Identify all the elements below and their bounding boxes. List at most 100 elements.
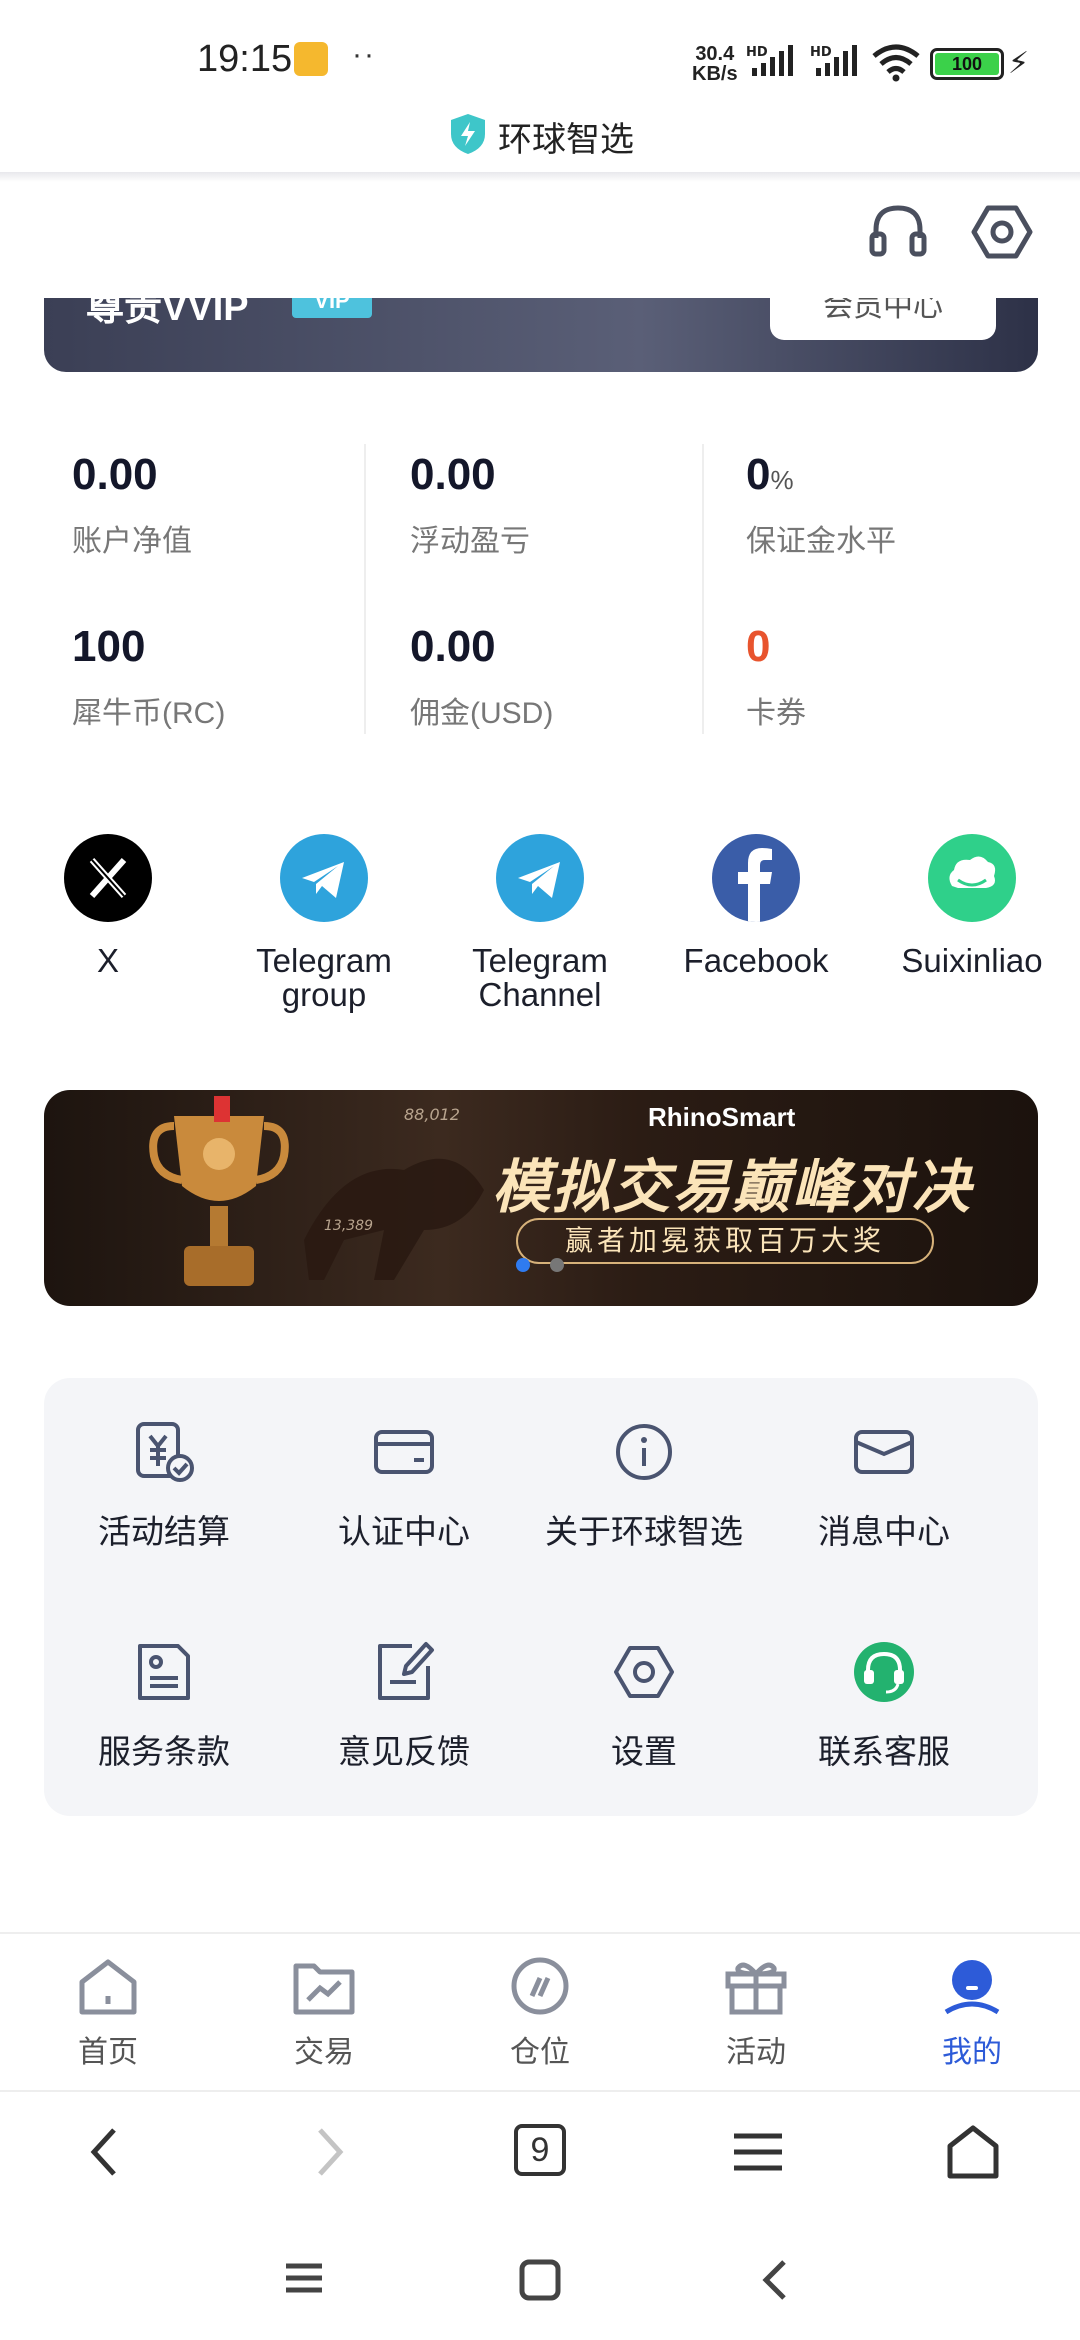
stat-value: 0.00: [410, 622, 496, 671]
back-button-icon[interactable]: [756, 2258, 796, 2302]
status-time: 19:15: [197, 38, 293, 80]
forward-icon[interactable]: [304, 2122, 352, 2182]
stat-value: 0: [746, 622, 771, 671]
signal-1-label: HD: [746, 45, 768, 60]
banner-subline: 赢者加冕获取百万大奖: [516, 1218, 934, 1264]
nav-label: 活动: [726, 2036, 786, 2069]
nav-item-position[interactable]: 仓位: [470, 1956, 610, 2071]
battery-level: 100: [935, 53, 999, 75]
vip-badge: VIP: [292, 298, 372, 318]
menu-label: 意见反馈: [338, 1733, 470, 1770]
social-label: Suixinliao: [901, 942, 1043, 979]
settings-icon[interactable]: [970, 200, 1034, 264]
nav-label: 仓位: [510, 2036, 570, 2069]
network-speed-unit: KB/s: [692, 63, 738, 85]
promo-banner[interactable]: 88,012 13,389 RhinoSmart 模拟交易巅峰对决 赢者加冕获取…: [44, 1090, 1038, 1306]
menu-item-message-center[interactable]: 消息中心: [764, 1420, 1004, 1553]
nav-item-profile[interactable]: 我的: [902, 1956, 1042, 2071]
nav-label: 交易: [294, 2036, 354, 2069]
social-label: Telegram group: [256, 942, 392, 1013]
tabs-button[interactable]: 9: [514, 2124, 566, 2176]
stat-coupons[interactable]: 0 卡券: [746, 622, 1046, 732]
social-facebook[interactable]: Facebook: [656, 834, 856, 978]
settlement-icon: [136, 1422, 194, 1482]
banner-chart-number: 88,012: [404, 1105, 460, 1124]
menu-item-verification-center[interactable]: 认证中心: [284, 1420, 524, 1553]
menu-item-contact-support[interactable]: 联系客服: [764, 1640, 1004, 1773]
recent-apps-icon[interactable]: [282, 2258, 326, 2298]
menu-item-about[interactable]: 关于环球智选: [524, 1420, 764, 1553]
stat-label: 卡券: [746, 697, 806, 730]
social-suixinliao[interactable]: Suixinliao: [872, 834, 1072, 978]
trade-icon: [293, 1963, 355, 2015]
battery-icon: 100: [930, 48, 1004, 80]
profile-icon: [944, 1960, 1000, 2015]
menu-icon[interactable]: [730, 2122, 786, 2182]
bull-image: 88,012 13,389: [304, 1105, 484, 1280]
network-speed-value: 30.4: [695, 43, 735, 65]
stat-label: 佣金(USD): [410, 697, 554, 730]
home-button-icon[interactable]: [518, 2258, 562, 2302]
customer-service-icon: [854, 1642, 914, 1702]
stat-value: 100: [72, 622, 146, 671]
nav-item-home[interactable]: 首页: [38, 1956, 178, 2071]
vip-card[interactable]: 尊贵VVIP VIP 会员中心: [44, 298, 1038, 372]
mail-icon: [854, 1430, 914, 1474]
info-icon: [616, 1424, 672, 1480]
notification-icon: [294, 42, 328, 76]
feedback-icon: [378, 1642, 434, 1700]
member-center-button[interactable]: 会员中心: [770, 298, 996, 340]
social-telegram-group[interactable]: Telegram group: [224, 834, 424, 1012]
network-speed: 30.4 KB/s: [692, 44, 738, 84]
page-title: 环球智选: [498, 121, 634, 159]
shield-icon: [451, 114, 485, 154]
back-icon[interactable]: [82, 2122, 130, 2182]
nav-item-trade[interactable]: 交易: [254, 1956, 394, 2071]
menu-item-feedback[interactable]: 意见反馈: [284, 1640, 524, 1773]
menu-label: 联系客服: [818, 1733, 950, 1770]
charging-icon: ⚡: [1008, 47, 1030, 80]
home-icon[interactable]: [944, 2122, 1002, 2182]
banner-chart-number: 13,389: [324, 1218, 373, 1234]
vip-title: 尊贵VVIP: [86, 298, 249, 329]
card-icon: [374, 1430, 434, 1474]
menu-item-activity-settlement[interactable]: 活动结算: [44, 1420, 284, 1553]
menu-panel: 活动结算 认证中心 关于环球智选 消息中心 服务条款 意见反馈 设置 联系客服: [44, 1378, 1038, 1816]
menu-label: 设置: [611, 1733, 677, 1770]
stat-label: 浮动盈亏: [410, 525, 530, 558]
menu-label: 关于环球智选: [545, 1513, 743, 1550]
social-label: Telegram Channel: [472, 942, 608, 1013]
system-nav: [0, 2210, 1080, 2340]
social-x[interactable]: X: [8, 834, 208, 978]
menu-item-terms-of-service[interactable]: 服务条款: [44, 1640, 284, 1773]
nav-label: 首页: [78, 2036, 138, 2069]
x-logo-icon: [64, 834, 152, 922]
stat-label: 保证金水平: [746, 525, 896, 558]
nav-item-activity[interactable]: 活动: [686, 1956, 826, 2071]
carousel-dot-active[interactable]: [516, 1258, 530, 1272]
stat-margin-level: 0% 保证金水平: [746, 450, 1046, 560]
banner-brand: RhinoSmart: [648, 1102, 796, 1132]
suixinliao-icon: [928, 834, 1016, 922]
stat-value-unit: %: [770, 465, 794, 495]
menu-item-settings[interactable]: 设置: [524, 1640, 764, 1773]
stat-rhino-coin[interactable]: 100 犀牛币(RC): [72, 622, 372, 732]
home-icon: [79, 1959, 137, 2015]
signal-icon: HD: [746, 45, 793, 76]
trophy-image: [149, 1096, 289, 1286]
carousel-dot[interactable]: [550, 1258, 564, 1272]
telegram-icon: [280, 834, 368, 922]
bottom-nav: 首页 交易 仓位 活动 我的: [0, 1932, 1080, 2090]
stat-commission[interactable]: 0.00 佣金(USD): [410, 622, 710, 732]
social-label: X: [96, 942, 119, 979]
menu-label: 认证中心: [338, 1513, 470, 1550]
settings-icon: [614, 1646, 674, 1698]
menu-label: 活动结算: [98, 1513, 230, 1550]
stat-value: 0.00: [72, 450, 158, 499]
document-icon: [138, 1644, 190, 1700]
social-telegram-channel[interactable]: Telegram Channel: [440, 834, 640, 1012]
browser-toolbar: 9: [0, 2090, 1080, 2210]
stat-label: 犀牛币(RC): [72, 697, 226, 730]
headset-icon[interactable]: [866, 200, 930, 264]
stat-label: 账户净值: [72, 525, 192, 558]
